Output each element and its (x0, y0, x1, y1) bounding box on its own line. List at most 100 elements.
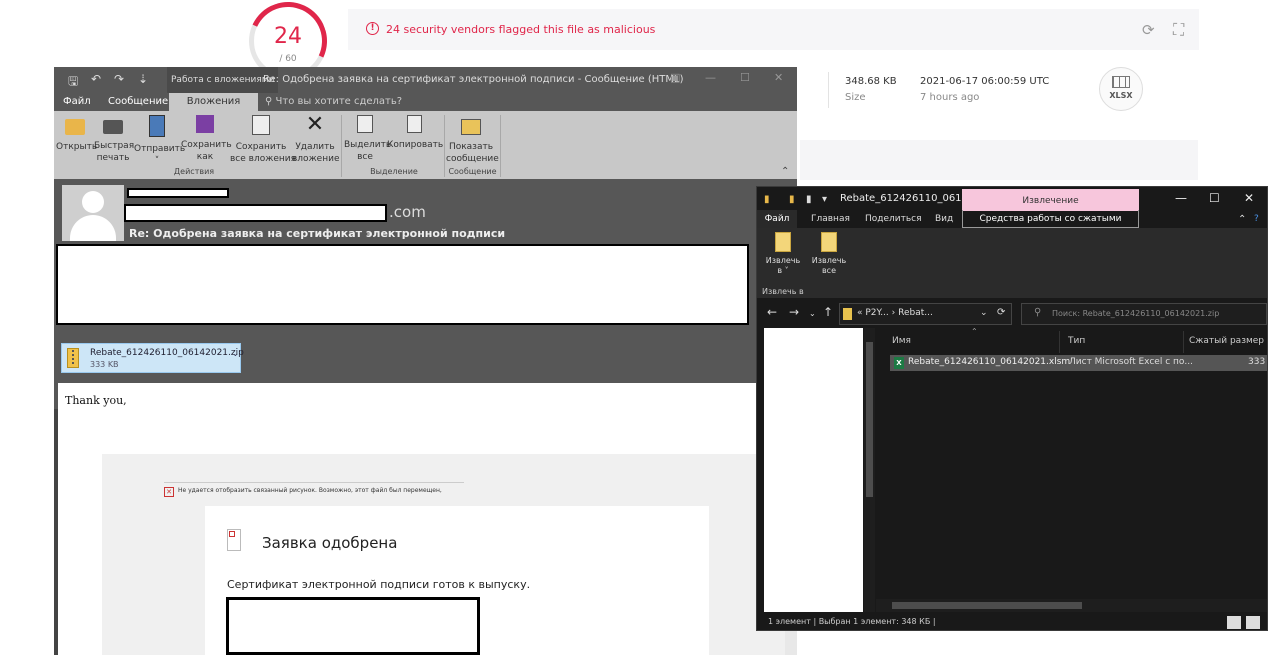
ribbon-separator (341, 115, 342, 177)
column-separator[interactable] (1059, 331, 1060, 353)
show-message-button[interactable]: Показать сообщение (446, 115, 499, 165)
remove-attachment-button[interactable]: ✕ Удалить вложение (292, 114, 339, 165)
spreadsheet-icon (1112, 76, 1130, 88)
graph-icon[interactable]: ⛶ (1173, 20, 1184, 40)
explorer-window: ▮ ▮ ▮ ▾ Rebate_612426110_06142021... Изв… (756, 186, 1268, 631)
extract-all-button[interactable]: Извлечь все (807, 232, 851, 276)
maximize-icon[interactable]: ☐ (740, 71, 750, 84)
forward-icon[interactable]: → (789, 305, 799, 319)
collapse-ribbon-icon[interactable]: ⌃ (781, 166, 789, 177)
navigation-scroll-thumb[interactable] (866, 342, 873, 497)
column-separator[interactable] (1183, 331, 1184, 353)
extract-to-button[interactable]: Извлечь в ˅ (761, 232, 805, 276)
column-header-type[interactable]: Тип (1068, 336, 1085, 346)
ribbon-group-extract-to: Извлечь в (762, 287, 804, 296)
extract-all-icon (821, 232, 837, 252)
avatar (62, 185, 124, 241)
approval-card: Заявка одобрена Сертификат электронной п… (205, 506, 709, 655)
menu-home[interactable]: Главная (811, 214, 850, 224)
column-header-name[interactable]: Имя (892, 336, 911, 346)
new-folder-icon[interactable]: ▮ (806, 194, 812, 205)
tab-attachments[interactable]: Вложения (169, 93, 258, 111)
address-bar[interactable]: « P2Y... › Rebat... ⌄ ⟳ (839, 303, 1012, 325)
navigation-pane (764, 328, 863, 612)
details-panel (800, 140, 1198, 180)
redacted-sender-name (127, 188, 229, 198)
menu-share[interactable]: Поделиться (865, 214, 922, 224)
horizontal-scrollbar[interactable] (876, 599, 1267, 612)
search-box[interactable]: ⚲ Поиск: Rebate_612426110_06142021.zip (1021, 303, 1267, 325)
tab-file[interactable]: Файл (63, 96, 91, 107)
detection-total: / 60 (279, 54, 297, 64)
ribbon-group-selection: Выделение (370, 167, 418, 176)
search-icon: ⚲ (1034, 307, 1042, 318)
tab-compressed-folder-tools[interactable]: Средства работы со сжатыми папками (962, 210, 1139, 242)
message-subject: Re: Одобрена заявка на сертификат электр… (129, 227, 506, 240)
status-text: 1 элемент | Выбран 1 элемент: 348 КБ | (768, 617, 936, 626)
ribbon-group-message: Сообщение (448, 167, 497, 176)
broken-image-icon: ✕ (164, 487, 174, 497)
help-icon[interactable]: ? (1254, 214, 1259, 224)
collapse-ribbon-icon[interactable]: ⌃ (1238, 214, 1246, 225)
extract-to-icon (775, 232, 791, 252)
ribbon-group-actions: Действия (173, 167, 215, 176)
address-dropdown-icon[interactable]: ⌄ (980, 308, 988, 318)
close-icon[interactable]: ✕ (1244, 191, 1254, 205)
tell-me-input[interactable]: ⚲ Что вы хотите сделать? (265, 96, 402, 107)
message-body: Thank you, ✕ Не удается отобразить связа… (58, 383, 789, 655)
printer-icon (103, 120, 123, 134)
save-icon[interactable]: 🖫 (68, 72, 78, 93)
up-icon[interactable]: ↑ (823, 305, 833, 319)
folder-icon: ▮ (764, 194, 770, 205)
maximize-icon[interactable]: ☐ (1209, 191, 1220, 205)
file-row[interactable]: X Rebate_612426110_06142021.xlsm Лист Mi… (890, 355, 1267, 371)
redacted-recipients (56, 244, 749, 325)
tell-me-text: Что вы хотите сделать? (275, 96, 403, 107)
zip-file-icon (67, 348, 79, 368)
back-icon[interactable]: ← (767, 305, 777, 319)
refresh-icon[interactable]: ⟳ (997, 307, 1005, 318)
send-button[interactable]: Отправить ˅ (134, 115, 185, 167)
outlook-message-window: 🖫 ↶ ↷ ⇣ Работа с вложениями Re: Одобрена… (54, 67, 797, 655)
refresh-icon[interactable]: ⟳ (1142, 21, 1155, 39)
menu-view[interactable]: Вид (935, 214, 953, 224)
redacted-button-area (226, 597, 480, 655)
attachment-size: 333 KB (90, 360, 119, 369)
select-all-button[interactable]: Выделить все (344, 115, 391, 163)
open-button[interactable]: Открыть (56, 115, 97, 153)
folder-icon (65, 119, 85, 135)
save-all-attachments-button[interactable]: Сохранить все вложения (230, 115, 296, 165)
ribbon-display-icon[interactable]: ▣ (670, 71, 680, 84)
save-as-button[interactable]: Сохранить как (181, 115, 232, 163)
column-header-compressed-size[interactable]: Сжатый размер (1189, 336, 1264, 346)
attachment-item[interactable]: Rebate_612426110_06142021.zip 333 KB ⌄ (61, 343, 244, 373)
file-type-badge (1099, 67, 1143, 111)
quick-print-button[interactable]: Быстрая печать (94, 115, 134, 164)
card-title: Заявка одобрена (262, 534, 398, 552)
close-icon[interactable]: ✕ (774, 71, 783, 84)
menu-file[interactable]: Файл (757, 210, 797, 229)
detection-score: 24 (274, 24, 302, 49)
horizontal-scroll-thumb[interactable] (892, 602, 1082, 609)
properties-icon[interactable]: ▮ (789, 194, 795, 205)
recent-locations-icon[interactable]: ⌄ (809, 309, 816, 318)
tab-message[interactable]: Сообщение (108, 96, 168, 107)
alert-icon: ! (366, 22, 379, 35)
context-tab-label: Работа с вложениями (167, 67, 279, 93)
copy-icon (406, 115, 422, 133)
ribbon-separator (500, 115, 501, 177)
broken-logo-x-icon (229, 531, 235, 537)
redo-icon[interactable]: ↷ (114, 72, 124, 86)
attachment-dropdown-icon[interactable]: ⌄ (232, 349, 239, 358)
undo-icon[interactable]: ↶ (91, 72, 101, 86)
details-view-icon[interactable] (1227, 616, 1241, 629)
quick-access-dropdown-icon[interactable]: ▾ (822, 194, 827, 205)
minimize-icon[interactable]: — (705, 71, 716, 84)
minimize-icon[interactable]: — (1175, 191, 1187, 205)
send-device-icon (149, 115, 165, 137)
tab-extract[interactable]: Извлечение (962, 189, 1139, 211)
large-icons-view-icon[interactable] (1246, 616, 1260, 629)
copy-button[interactable]: Копировать (387, 115, 443, 151)
quick-access-more-icon[interactable]: ⇣ (138, 72, 148, 86)
broken-image-placeholder: ✕ Не удается отобразить связанный рисуно… (164, 482, 464, 503)
